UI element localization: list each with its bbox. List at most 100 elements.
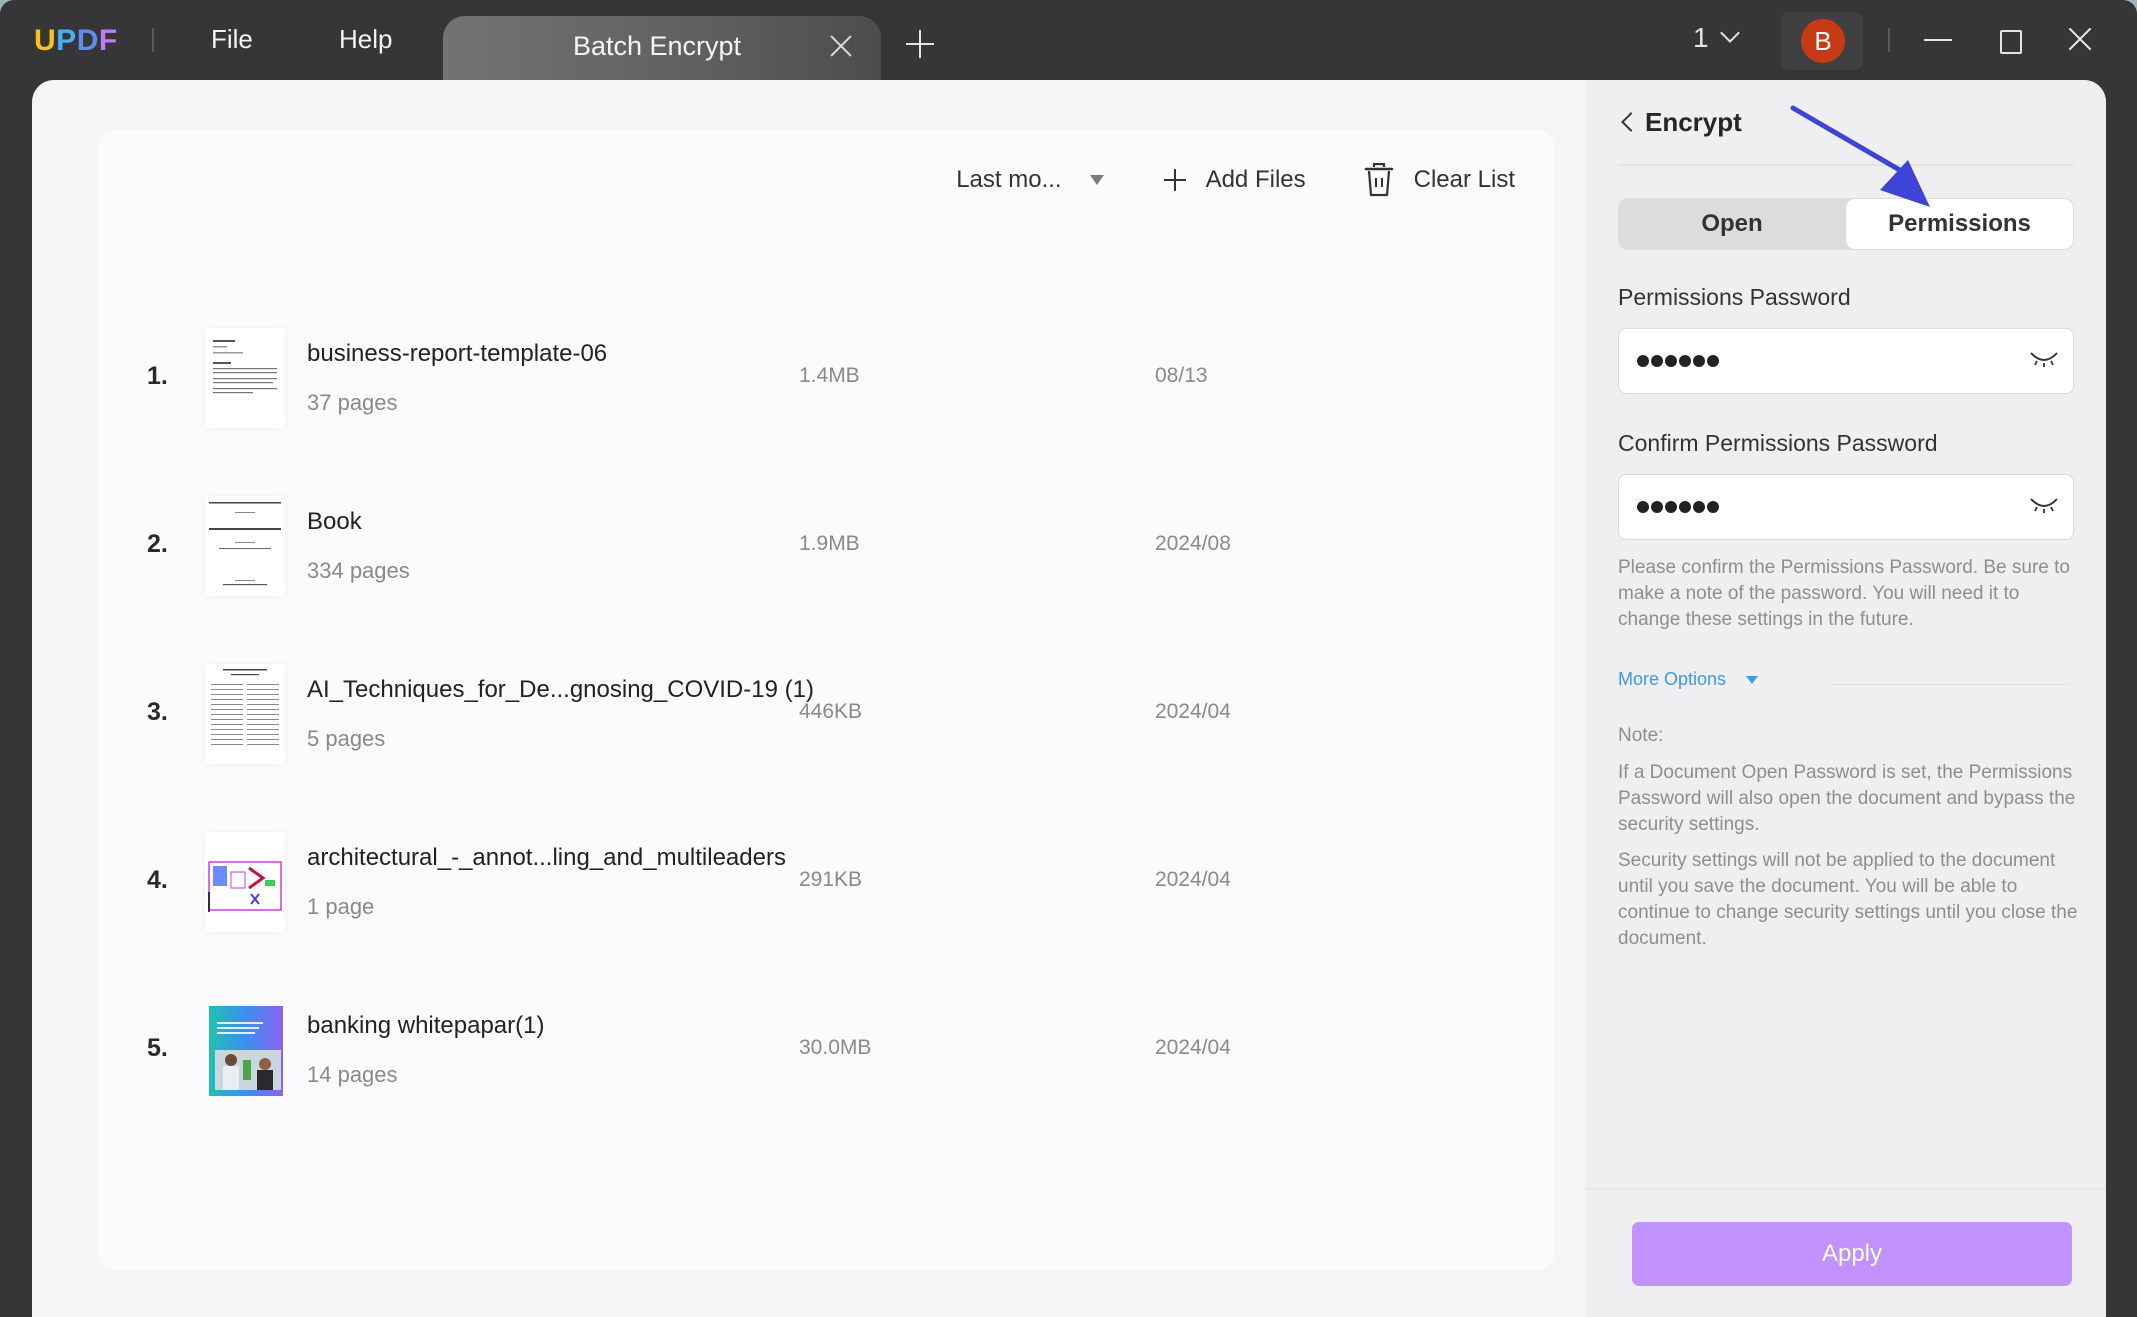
updf-logo[interactable]: UPDF bbox=[34, 24, 118, 58]
note-text-1: If a Document Open Password is set, the … bbox=[1618, 762, 2076, 835]
file-row[interactable]: 3. AI_Techniques_for_De...gnosing_COVID-… bbox=[97, 646, 1555, 786]
confirm-password-label: Confirm Permissions Password bbox=[1618, 430, 1938, 456]
new-tab-plus-icon[interactable] bbox=[906, 30, 934, 58]
file-row[interactable]: 4. architectural_-_annot...ling_and_mult… bbox=[97, 814, 1555, 954]
back-chevron-icon[interactable] bbox=[1621, 112, 1641, 132]
file-row[interactable]: 1. business-report-template-06 37 pages … bbox=[97, 310, 1555, 450]
password-dot bbox=[1707, 501, 1719, 513]
trash-icon bbox=[1364, 163, 1393, 197]
clear-list-button[interactable]: Clear List bbox=[1306, 163, 1515, 197]
password-dot bbox=[1679, 355, 1691, 367]
panel-title: Encrypt bbox=[1645, 107, 1742, 137]
file-name: architectural_-_annot...ling_and_multile… bbox=[307, 844, 786, 871]
encrypt-panel: Encrypt Open Permissions Permissions Pas… bbox=[1586, 80, 2106, 1317]
password-masked-value[interactable] bbox=[1637, 493, 1719, 513]
avatar: B bbox=[1801, 19, 1845, 63]
permissions-password-field[interactable] bbox=[1618, 328, 2074, 394]
file-row[interactable]: 2. Book 334 pages 1.9MB 2024/08 bbox=[97, 478, 1555, 618]
sort-label: Last mo... bbox=[956, 166, 1062, 193]
note-text-2: Security settings will not be applied to… bbox=[1618, 850, 2078, 949]
password-masked-value[interactable] bbox=[1637, 347, 1719, 367]
thumbnail-paper-columns bbox=[211, 669, 279, 745]
plus-icon bbox=[1163, 169, 1186, 191]
password-dot bbox=[1665, 501, 1677, 513]
row-index: 5. bbox=[147, 1034, 168, 1062]
file-size: 1.4MB bbox=[799, 364, 860, 387]
row-index: 4. bbox=[147, 866, 168, 894]
file-size: 30.0MB bbox=[799, 1036, 872, 1059]
caret-down-icon bbox=[1089, 175, 1104, 185]
confirm-password-field[interactable] bbox=[1618, 474, 2074, 540]
password-dot bbox=[1665, 355, 1677, 367]
minimize-icon[interactable] bbox=[1916, 18, 1960, 62]
eye-closed-icon[interactable] bbox=[2029, 495, 2059, 515]
file-thumbnail bbox=[205, 496, 285, 596]
file-pages: 37 pages bbox=[307, 390, 398, 415]
thumbnail-gradient-cover bbox=[209, 1006, 283, 1096]
list-toolbar: Last mo... Add Files Clear List bbox=[956, 155, 1515, 205]
more-options-divider bbox=[1829, 684, 2069, 685]
row-index: 3. bbox=[147, 698, 168, 726]
add-files-label: Add Files bbox=[1205, 166, 1306, 193]
file-size: 1.9MB bbox=[799, 532, 860, 555]
app-window: UPDF File Help Batch Encrypt 1 B Last mo… bbox=[0, 0, 2137, 1317]
sort-dropdown[interactable]: Last mo... bbox=[956, 166, 1104, 194]
logo-letter-p: P bbox=[56, 24, 77, 57]
thumbnail-text-doc bbox=[213, 340, 277, 394]
encrypt-mode-tabs: Open Permissions bbox=[1618, 198, 2074, 250]
file-pages: 1 page bbox=[307, 894, 375, 919]
tab-permissions[interactable]: Permissions bbox=[1846, 199, 2073, 249]
menu-file[interactable]: File bbox=[211, 24, 253, 55]
caret-down-icon bbox=[1746, 675, 1759, 684]
note-label: Note: bbox=[1618, 725, 1664, 746]
panel-divider bbox=[1618, 164, 2074, 166]
menu-help[interactable]: Help bbox=[339, 24, 392, 55]
password-dot bbox=[1693, 501, 1705, 513]
file-thumbnail bbox=[205, 832, 285, 932]
file-size: 446KB bbox=[799, 700, 863, 723]
maximize-icon[interactable] bbox=[1987, 18, 2031, 62]
thumbnail-cad-drawing bbox=[208, 861, 282, 912]
logo-letter-u: U bbox=[34, 24, 57, 57]
file-date: 2024/04 bbox=[1155, 1036, 1231, 1059]
window-switcher[interactable]: 1 bbox=[1693, 22, 1740, 54]
logo-letter-d: D bbox=[76, 24, 99, 57]
panel-footer-divider bbox=[1586, 1188, 2106, 1190]
file-size: 291KB bbox=[799, 868, 863, 891]
password-dot bbox=[1707, 355, 1719, 367]
clear-list-label: Clear List bbox=[1413, 166, 1515, 193]
logo-letter-f: F bbox=[98, 24, 118, 57]
account-button[interactable]: B bbox=[1781, 12, 1863, 70]
title-separator bbox=[1888, 28, 1890, 52]
row-index: 2. bbox=[147, 530, 168, 558]
chevron-down-icon bbox=[1719, 23, 1740, 43]
password-hint-text: Please confirm the Permissions Password.… bbox=[1618, 557, 2070, 630]
more-options-toggle[interactable]: More Options bbox=[1618, 669, 1759, 690]
password-dot bbox=[1637, 355, 1649, 367]
file-row[interactable]: 5. banking whitepapar(1) 14 pages 30.0MB… bbox=[97, 982, 1555, 1122]
tab-batch-encrypt[interactable]: Batch Encrypt bbox=[443, 16, 881, 80]
password-dot bbox=[1651, 501, 1663, 513]
file-list-card: Last mo... Add Files Clear List 1. busin… bbox=[97, 130, 1555, 1270]
apply-button[interactable]: Apply bbox=[1632, 1222, 2072, 1286]
add-files-button[interactable]: Add Files bbox=[1163, 166, 1306, 194]
close-window-icon[interactable] bbox=[2058, 18, 2102, 62]
file-date: 08/13 bbox=[1155, 364, 1208, 387]
file-pages: 14 pages bbox=[307, 1062, 398, 1087]
title-separator bbox=[152, 28, 154, 52]
window-count: 1 bbox=[1693, 22, 1709, 53]
eye-closed-icon[interactable] bbox=[2029, 349, 2059, 369]
more-options-label: More Options bbox=[1618, 669, 1727, 689]
file-pages: 334 pages bbox=[307, 558, 410, 583]
row-index: 1. bbox=[147, 362, 168, 390]
password-dot bbox=[1693, 355, 1705, 367]
password-dot bbox=[1637, 501, 1649, 513]
file-date: 2024/08 bbox=[1155, 532, 1231, 555]
file-date: 2024/04 bbox=[1155, 868, 1231, 891]
password-dot bbox=[1679, 501, 1691, 513]
file-pages: 5 pages bbox=[307, 726, 386, 751]
file-thumbnail bbox=[205, 664, 285, 764]
tab-open[interactable]: Open bbox=[1618, 198, 1846, 250]
file-thumbnail bbox=[205, 1000, 285, 1100]
tab-close-icon[interactable] bbox=[827, 32, 855, 60]
